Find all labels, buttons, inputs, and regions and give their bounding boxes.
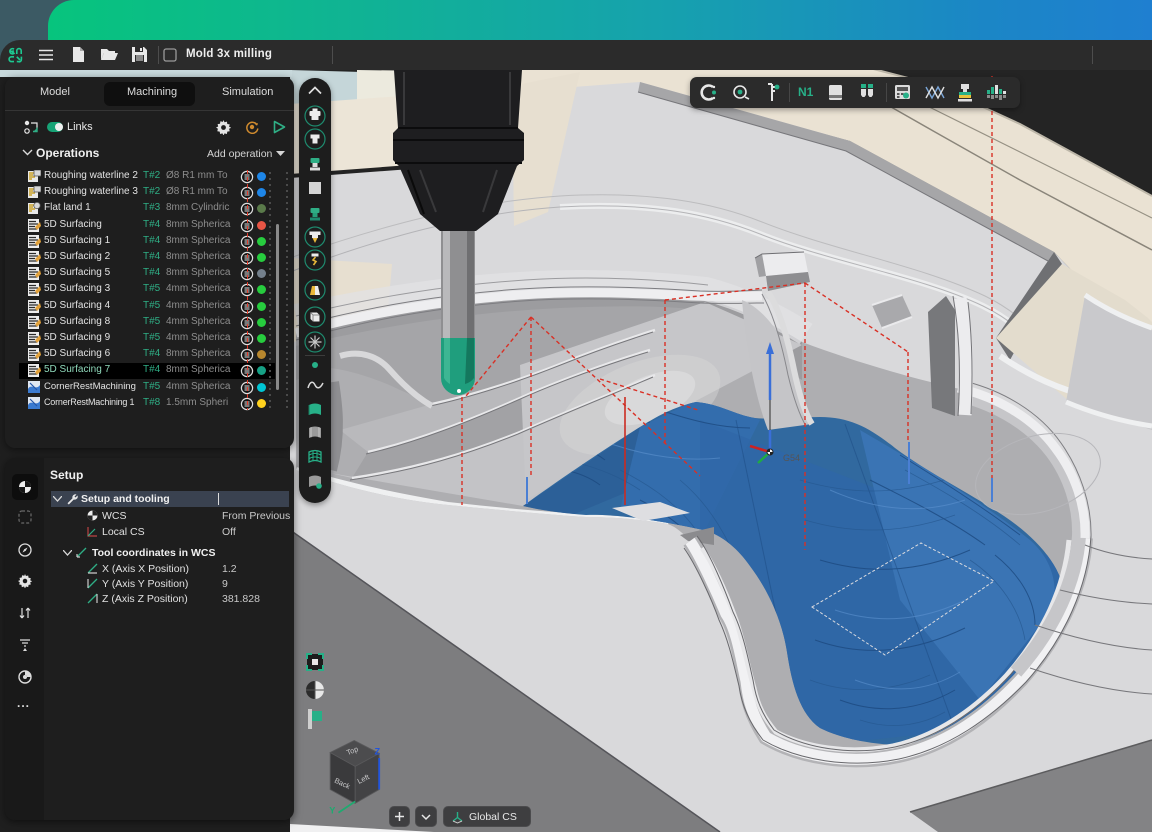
svg-text:Y: Y [329,806,336,816]
svg-text:G54: G54 [783,453,800,463]
svg-text:Z: Z [375,746,381,756]
